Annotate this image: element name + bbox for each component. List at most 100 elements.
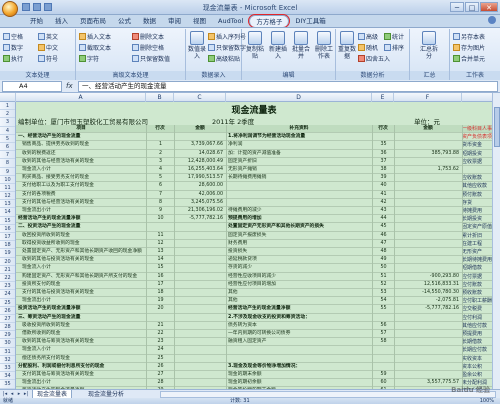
cell-b[interactable]: 8 <box>148 199 173 207</box>
cell-c[interactable]: 28,600.00 <box>176 182 225 190</box>
cell-c[interactable]: 17,990,513.57 <box>176 174 225 182</box>
cell-c[interactable]: 21,306,196.02 <box>176 207 225 215</box>
cell-b[interactable]: 18 <box>148 289 173 297</box>
cell-b[interactable]: 23 <box>148 338 173 346</box>
row-header[interactable]: 5 <box>0 135 15 143</box>
batch-merge-button[interactable]: 批量合并 <box>290 31 312 60</box>
row-header[interactable]: 4 <box>0 127 15 135</box>
cell-d[interactable]: 1.将净利润调节为经营活动现金流量 <box>228 133 371 141</box>
help-icon[interactable] <box>488 16 496 24</box>
cell-f[interactable] <box>396 174 461 182</box>
cell-c[interactable] <box>176 330 225 338</box>
cell-a[interactable]: 收到的其他与筹资活动有关的现金 <box>22 338 149 346</box>
row-header[interactable]: 29 <box>0 331 15 340</box>
cell-f[interactable]: -2,075.81 <box>396 297 461 305</box>
delete-space-button[interactable]: 删除空格 <box>132 43 164 52</box>
cell-a[interactable]: 支付给职工以及为职工支付的现金 <box>22 182 149 190</box>
cell-f[interactable]: 12,516,833.31 <box>396 281 461 289</box>
side-note[interactable]: 短期投资 <box>462 150 492 158</box>
cell-c[interactable] <box>176 346 225 354</box>
side-note[interactable]: 应收票据 <box>462 158 492 166</box>
advanced-paste-button[interactable]: 高级粘贴 <box>208 54 240 63</box>
tab-review[interactable]: 审阅 <box>162 15 187 27</box>
cell-c[interactable]: 14,028.67 <box>176 150 225 158</box>
row-header[interactable]: 11 <box>0 184 15 193</box>
side-note[interactable]: 累计折旧 <box>462 232 492 240</box>
minimize-button[interactable]: ─ <box>450 2 464 12</box>
row-header[interactable]: 7 <box>0 151 15 160</box>
cell-d[interactable]: 现金的期初余额 <box>228 379 371 387</box>
cell-a[interactable]: 购建固定资产、无形资产和其他长期资产所支付的现金 <box>22 273 149 281</box>
cell-b[interactable]: 12 <box>148 240 173 248</box>
cell-b[interactable]: 1 <box>148 141 173 149</box>
cell-c[interactable] <box>176 379 225 387</box>
cell-e[interactable]: 58 <box>374 338 393 346</box>
insert-text-button[interactable]: 插入文本 <box>79 32 111 41</box>
cell-b[interactable]: 25 <box>148 355 173 363</box>
row-header[interactable]: 33 <box>0 364 15 373</box>
cell-e[interactable]: 42 <box>374 199 393 207</box>
cell-e[interactable]: 46 <box>374 232 393 240</box>
keep-numbers-button[interactable]: 只保留数值 <box>132 54 170 63</box>
cell-f[interactable] <box>396 248 461 256</box>
cell-a[interactable]: 现金流出小计 <box>22 379 149 387</box>
cell-f[interactable] <box>396 240 461 248</box>
delete-text-button[interactable]: 删除文本 <box>132 32 164 41</box>
cell-a[interactable]: 现金流出小计 <box>22 207 149 215</box>
cell-c[interactable] <box>176 264 225 272</box>
copy-paste-button[interactable]: 复制粘贴 <box>244 31 266 60</box>
cell-d[interactable]: 经营性应付项目的增加 <box>228 281 371 289</box>
cell-d[interactable]: 2.不涉及现金收支的投资和筹资活动： <box>228 314 371 322</box>
cell-e[interactable]: 36 <box>374 150 393 158</box>
row-header[interactable]: 8 <box>0 159 15 168</box>
cell-e[interactable]: 45 <box>374 223 393 231</box>
cell-b[interactable]: 19 <box>148 297 173 305</box>
round-button[interactable]: 四舍五入 <box>358 54 390 63</box>
side-note[interactable]: 长期应付款 <box>462 346 492 354</box>
cell-b[interactable]: 28 <box>148 379 173 387</box>
cell-a[interactable]: 投资活动产生的现金流量净额 <box>18 305 145 313</box>
cell-f[interactable] <box>396 264 461 272</box>
tab-insert[interactable]: 插入 <box>49 15 74 27</box>
cell-a[interactable]: 现金流出小计 <box>22 297 149 305</box>
cell-a[interactable]: 现金流入小计 <box>22 264 149 272</box>
cell-e[interactable]: 49 <box>374 256 393 264</box>
cell-b[interactable]: 10 <box>148 215 173 223</box>
cell-d[interactable]: 递延税款贷项 <box>228 256 371 264</box>
cell-c[interactable] <box>176 338 225 346</box>
cell-e[interactable] <box>374 363 393 371</box>
side-note[interactable]: 应交税费 <box>462 305 492 313</box>
cell-f[interactable]: -900,293.80 <box>396 273 461 281</box>
cell-b[interactable]: 4 <box>148 166 173 174</box>
cell-d[interactable]: 一年内到期的可转换公司债券 <box>228 330 371 338</box>
new-insert-button[interactable]: 新建插入 <box>267 31 289 60</box>
random-button[interactable]: 随机 <box>358 43 378 52</box>
cell-a[interactable]: 分配股利、利润或偿付利息所支付的现金 <box>18 363 145 371</box>
cell-a[interactable]: 购买商品、接受劳务支付的现金 <box>22 174 149 182</box>
row-header[interactable]: 13 <box>0 200 15 209</box>
scroll-thumb[interactable] <box>494 107 500 147</box>
cell-a[interactable]: 现金流入小计 <box>22 166 149 174</box>
side-note[interactable]: 预收账款 <box>462 289 492 297</box>
side-note[interactable]: 应付职工薪酬 <box>462 297 492 305</box>
row-header[interactable]: 14 <box>0 208 15 217</box>
cell-b[interactable]: 21 <box>148 322 173 330</box>
char-button[interactable]: 字符 <box>79 54 99 63</box>
cell-d[interactable]: 经营活动产生的现金流量净额 <box>228 305 371 313</box>
name-box[interactable]: A4 <box>2 81 62 92</box>
cell-a[interactable]: 三、筹资活动产生的现金流量 <box>18 314 145 322</box>
value-entry-button[interactable]: 数值录入 <box>188 31 206 60</box>
cell-d[interactable]: 加：计提的资产减值准备 <box>228 150 371 158</box>
tab-audtool[interactable]: AudTool <box>212 15 249 27</box>
side-note[interactable]: 应付利润 <box>462 314 492 322</box>
cell-b[interactable]: 7 <box>148 191 173 199</box>
cell-e[interactable]: 51 <box>374 273 393 281</box>
cell-b[interactable]: 24 <box>148 346 173 354</box>
delete-sheet-button[interactable]: 删除工作表 <box>313 31 335 60</box>
cell-f[interactable] <box>396 330 461 338</box>
insert-sequence-button[interactable]: 插入序列号 <box>208 32 246 41</box>
side-note[interactable]: 预提费用 <box>462 330 492 338</box>
side-note[interactable]: 长期投资 <box>462 215 492 223</box>
cell-a[interactable]: 一、经营活动产生的现金流量 <box>18 133 145 141</box>
cell-c[interactable] <box>176 281 225 289</box>
